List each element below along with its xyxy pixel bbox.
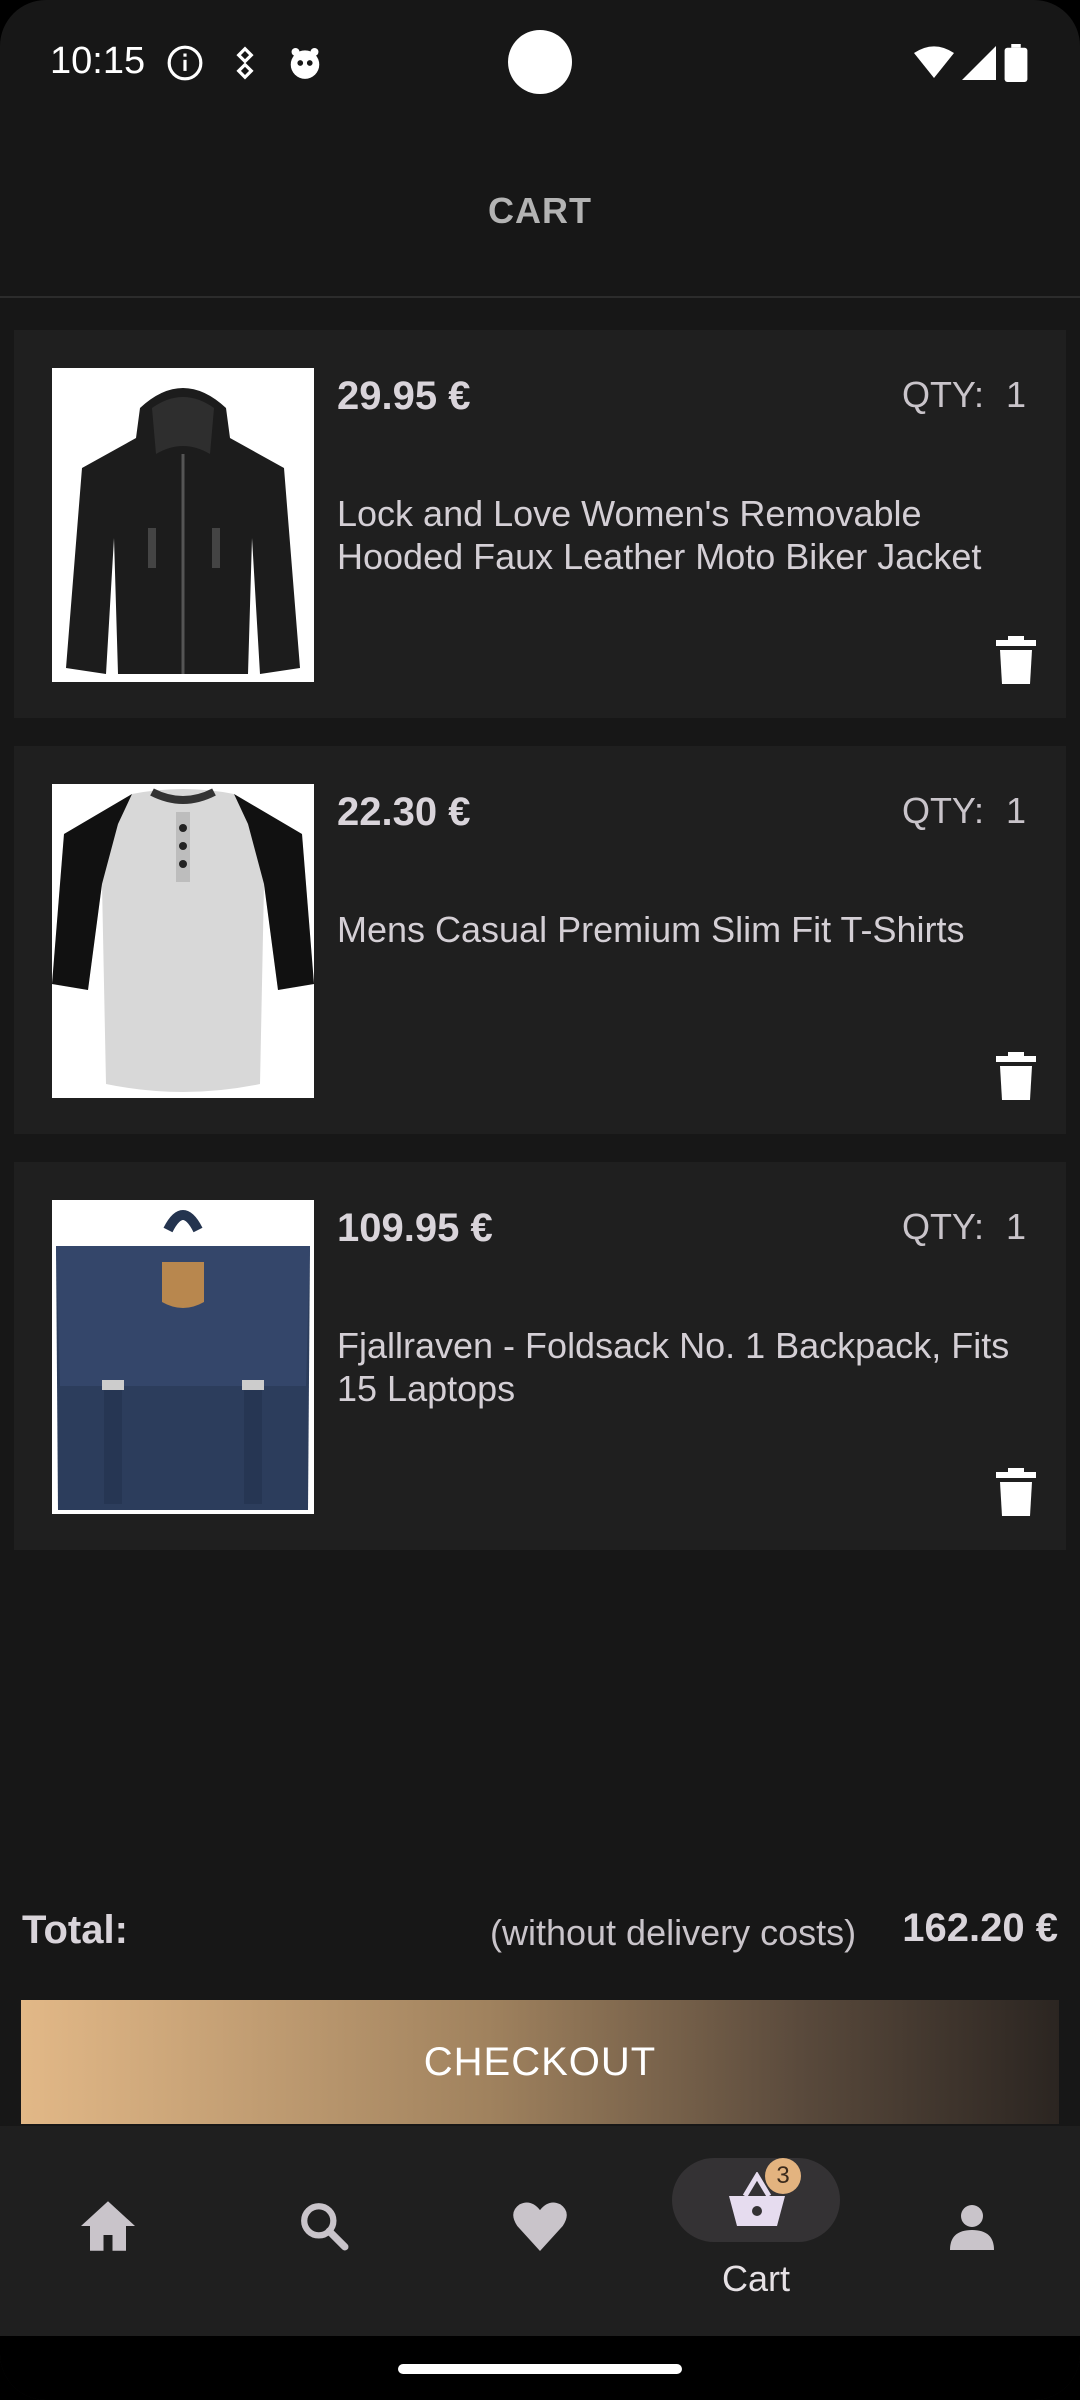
nav-favorites[interactable] [432, 2126, 648, 2336]
nav-home[interactable] [0, 2126, 216, 2336]
qty-value: 1 [1005, 374, 1026, 415]
qty-value: 1 [1005, 1206, 1026, 1247]
status-time: 10:15 [50, 40, 146, 82]
cart-count-badge: 3 [765, 2158, 801, 2194]
delete-item-button[interactable] [996, 1052, 1036, 1100]
qty-label: QTY: [901, 1206, 984, 1247]
total-value: 162.20 € [902, 1906, 1058, 1950]
app-header: CART [0, 128, 1080, 298]
nav-profile[interactable] [864, 2126, 1080, 2336]
item-quantity: QTY: 1 [902, 1206, 1026, 1248]
search-icon [301, 2203, 349, 2251]
total-note: (without delivery costs) [490, 1912, 857, 1953]
status-bar: 10:15 [0, 0, 1080, 128]
product-image-tshirt[interactable] [52, 784, 314, 1098]
item-price: 109.95 € [337, 1206, 493, 1250]
bottom-navigation: 3 Cart [0, 2126, 1080, 2336]
item-title[interactable]: Lock and Love Women's Removable Hooded F… [337, 492, 1037, 578]
qty-label: QTY: [901, 374, 984, 415]
app-notification-icon [290, 47, 320, 79]
qty-label: QTY: [901, 790, 984, 831]
info-icon [167, 45, 203, 81]
cart-item[interactable]: 109.95 € QTY: 1 Fjallraven - Foldsack No.… [14, 1162, 1066, 1550]
item-price: 22.30 € [337, 790, 471, 834]
item-title[interactable]: Mens Casual Premium Slim Fit T-Shirts [337, 908, 1037, 951]
signal-icon [962, 46, 996, 80]
qty-value: 1 [1005, 790, 1026, 831]
item-price: 29.95 € [337, 374, 471, 418]
page-title: CART [488, 190, 592, 231]
product-image-backpack[interactable] [52, 1200, 314, 1514]
cart-item[interactable]: 29.95 € QTY: 1 Lock and Love Women's Remo… [14, 330, 1066, 718]
home-gesture-handle[interactable] [398, 2364, 682, 2374]
delete-item-button[interactable] [996, 1468, 1036, 1516]
item-quantity: QTY: 1 [902, 790, 1026, 832]
wifi-icon [914, 46, 954, 78]
nav-cart-label[interactable]: Cart [672, 2258, 840, 2300]
item-title[interactable]: Fjallraven - Foldsack No. 1 Backpack, Fi… [337, 1324, 1037, 1410]
product-image-jacket[interactable] [52, 368, 314, 682]
notification-icon [236, 46, 254, 80]
nav-search[interactable] [216, 2126, 432, 2336]
total-label: Total: [22, 1908, 128, 1952]
profile-icon [950, 2205, 994, 2250]
cart-item[interactable]: 22.30 € QTY: 1 Mens Casual Premium Slim F… [14, 746, 1066, 1134]
battery-icon [1004, 44, 1028, 82]
item-quantity: QTY: 1 [902, 374, 1026, 416]
camera-cutout [508, 30, 572, 94]
cart-screen: 10:15 CART 29.95 € QTY: 1 Lock and Love … [0, 0, 1080, 2400]
home-icon [81, 2201, 135, 2251]
heart-icon [513, 2202, 567, 2251]
delete-item-button[interactable] [996, 636, 1036, 684]
checkout-button[interactable]: CHECKOUT [21, 2000, 1059, 2124]
